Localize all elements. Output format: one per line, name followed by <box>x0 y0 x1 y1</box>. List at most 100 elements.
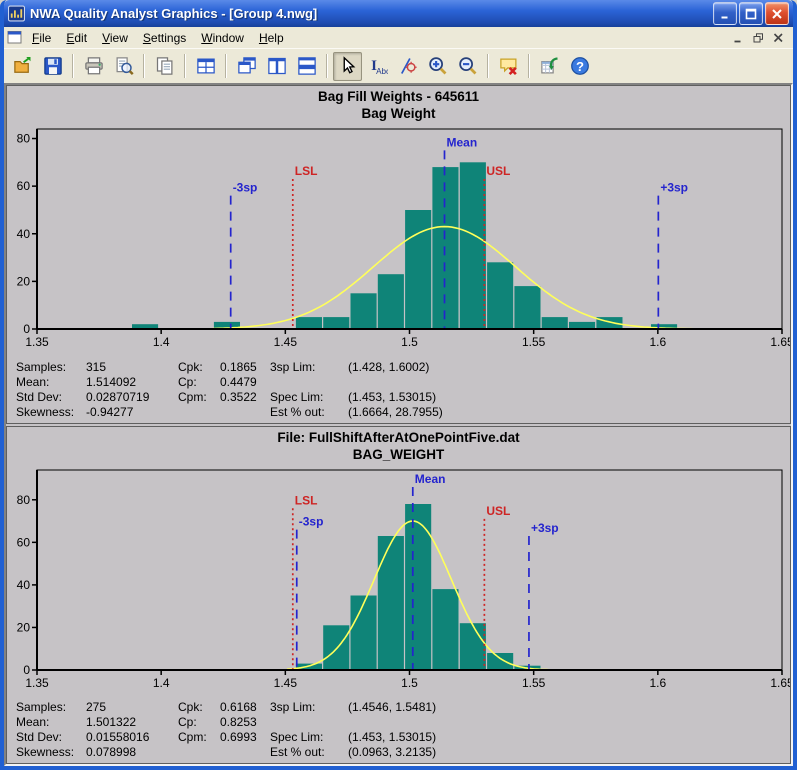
stat-value: 275 <box>86 700 107 714</box>
stat-label: Spec Lim: <box>270 730 324 744</box>
toolbar-button-delete-annotation[interactable] <box>494 52 523 81</box>
y-tick-label: 0 <box>23 322 30 336</box>
app-icon <box>8 5 25 22</box>
text-annotate-icon: IAbc <box>371 58 388 76</box>
toolbar-separator <box>72 54 74 78</box>
stat-value: (1.453, 1.53015) <box>348 389 437 404</box>
window-title: NWA Quality Analyst Graphics - [Group 4.… <box>30 6 318 21</box>
open-icon <box>13 57 30 73</box>
refline-label-+3sp: +3sp <box>660 181 688 195</box>
stat-label: Mean: <box>16 374 50 389</box>
toolbar-button-export-data[interactable] <box>535 52 564 81</box>
stat-label: Cpk: <box>178 359 203 374</box>
stat-value <box>220 405 270 420</box>
refline-label-USL: USL <box>486 164 510 178</box>
stat-value: (1.428, 1.6002) <box>348 359 430 374</box>
toolbar: IAbc? <box>4 48 793 83</box>
menu-help[interactable]: Help <box>252 28 292 48</box>
mdi-minimize-button[interactable] <box>730 30 747 45</box>
stat-label: Cp: <box>178 374 197 389</box>
print-icon <box>84 57 103 75</box>
x-tick-label: 1.5 <box>401 335 418 349</box>
toolbar-button-save[interactable] <box>38 52 67 81</box>
cascade-icon <box>237 57 256 74</box>
toolbar-button-print[interactable] <box>79 52 108 81</box>
minimize-button[interactable] <box>713 2 737 25</box>
y-tick-label: 0 <box>23 663 30 677</box>
svg-text:Abc: Abc <box>376 67 388 76</box>
stat-value: 0.078998 <box>86 745 137 759</box>
title-bar[interactable]: NWA Quality Analyst Graphics - [Group 4.… <box>4 0 793 27</box>
toolbar-button-point-label[interactable] <box>393 52 422 81</box>
zoom-in-icon <box>428 57 446 75</box>
x-tick-label: 1.6 <box>649 335 666 349</box>
toolbar-button-text-annotate[interactable]: IAbc <box>363 52 392 81</box>
maximize-button[interactable] <box>739 2 763 25</box>
mdi-window-controls <box>730 30 790 45</box>
refline-label-USL: USL <box>486 503 510 517</box>
toolbar-button-tile-horizontal[interactable] <box>292 52 321 81</box>
toolbar-button-tile-vertical[interactable] <box>262 52 291 81</box>
menu-window[interactable]: Window <box>194 28 252 48</box>
menu-edit[interactable]: Edit <box>59 28 95 48</box>
stat-value: 0.8253 <box>220 715 257 729</box>
stat-value: -0.94277 <box>86 404 134 419</box>
stat-value: 0.4479 <box>220 374 257 389</box>
zoom-out-icon <box>458 57 476 75</box>
x-tick-label: 1.45 <box>274 335 298 349</box>
mdi-restore-button[interactable] <box>750 30 767 45</box>
toolbar-separator <box>184 54 186 78</box>
stat-label: Mean: <box>16 715 50 729</box>
toolbar-button-select[interactable] <box>333 51 362 81</box>
menu-file[interactable]: File <box>25 28 59 48</box>
export-data-icon <box>540 57 558 74</box>
x-tick-label: 1.35 <box>25 335 49 349</box>
x-tick-label: 1.45 <box>274 676 298 690</box>
stat-label: 3sp Lim: <box>270 359 316 374</box>
stat-value: 0.3522 <box>220 389 257 404</box>
refline-label--3sp: -3sp <box>299 514 324 528</box>
histogram-chart-2: LSL -3sp Mean USL +3sp 0 20 40 60 80 1.35 1.4 1.45 1.… <box>17 469 790 690</box>
toolbar-button-cascade[interactable] <box>232 52 261 81</box>
stat-value: 315 <box>86 359 107 374</box>
close-button[interactable] <box>765 2 789 25</box>
toolbar-button-copy[interactable] <box>150 52 179 81</box>
stat-value: (1.4546, 1.5481) <box>348 700 437 714</box>
toolbar-button-help[interactable]: ? <box>565 52 594 81</box>
refline-label-+3sp: +3sp <box>531 520 559 534</box>
refline-label-Mean: Mean <box>446 135 477 149</box>
toolbar-button-zoom-out[interactable] <box>453 52 482 81</box>
y-tick-label: 20 <box>17 620 31 634</box>
stat-value <box>348 715 790 730</box>
toolbar-button-open[interactable] <box>8 52 37 81</box>
toolbar-button-tile-grid[interactable] <box>191 52 220 81</box>
help-icon: ? <box>570 57 589 75</box>
stat-value: (1.6664, 28.7955) <box>348 404 443 419</box>
menu-settings[interactable]: Settings <box>136 28 194 48</box>
y-tick-label: 60 <box>17 535 31 549</box>
histogram-chart-1: -3sp LSL Mean USL +3sp 0 20 40 60 80 1.35 1.4 1.45 1.… <box>17 128 790 349</box>
toolbar-button-print-preview[interactable] <box>109 52 138 81</box>
y-tick-label: 80 <box>17 132 31 146</box>
tile-grid-icon <box>196 58 215 74</box>
stat-value <box>348 375 790 390</box>
refline-label-LSL: LSL <box>295 164 318 178</box>
charts-area: Bag Fill Weights - 645611 Bag Weight -3s… <box>4 83 793 766</box>
stat-value: 1.514092 <box>86 374 137 389</box>
stat-value: 1.501322 <box>86 715 137 729</box>
x-tick-label: 1.55 <box>522 676 546 690</box>
stat-label: Samples: <box>16 359 67 374</box>
mdi-close-button[interactable] <box>770 30 787 45</box>
point-label-icon <box>400 58 417 74</box>
menu-view[interactable]: View <box>95 28 136 48</box>
y-tick-label: 60 <box>17 179 31 193</box>
y-tick-label: 80 <box>17 492 31 506</box>
stat-label <box>178 745 220 760</box>
stat-label: Cpk: <box>178 700 203 714</box>
stat-value: 0.6168 <box>220 700 257 714</box>
stat-label: Est % out: <box>270 404 325 419</box>
stat-value: 0.6993 <box>220 730 257 744</box>
stat-label: Spec Lim: <box>270 389 324 404</box>
document-window-icon[interactable] <box>7 30 23 45</box>
toolbar-button-zoom-in[interactable] <box>423 52 452 81</box>
